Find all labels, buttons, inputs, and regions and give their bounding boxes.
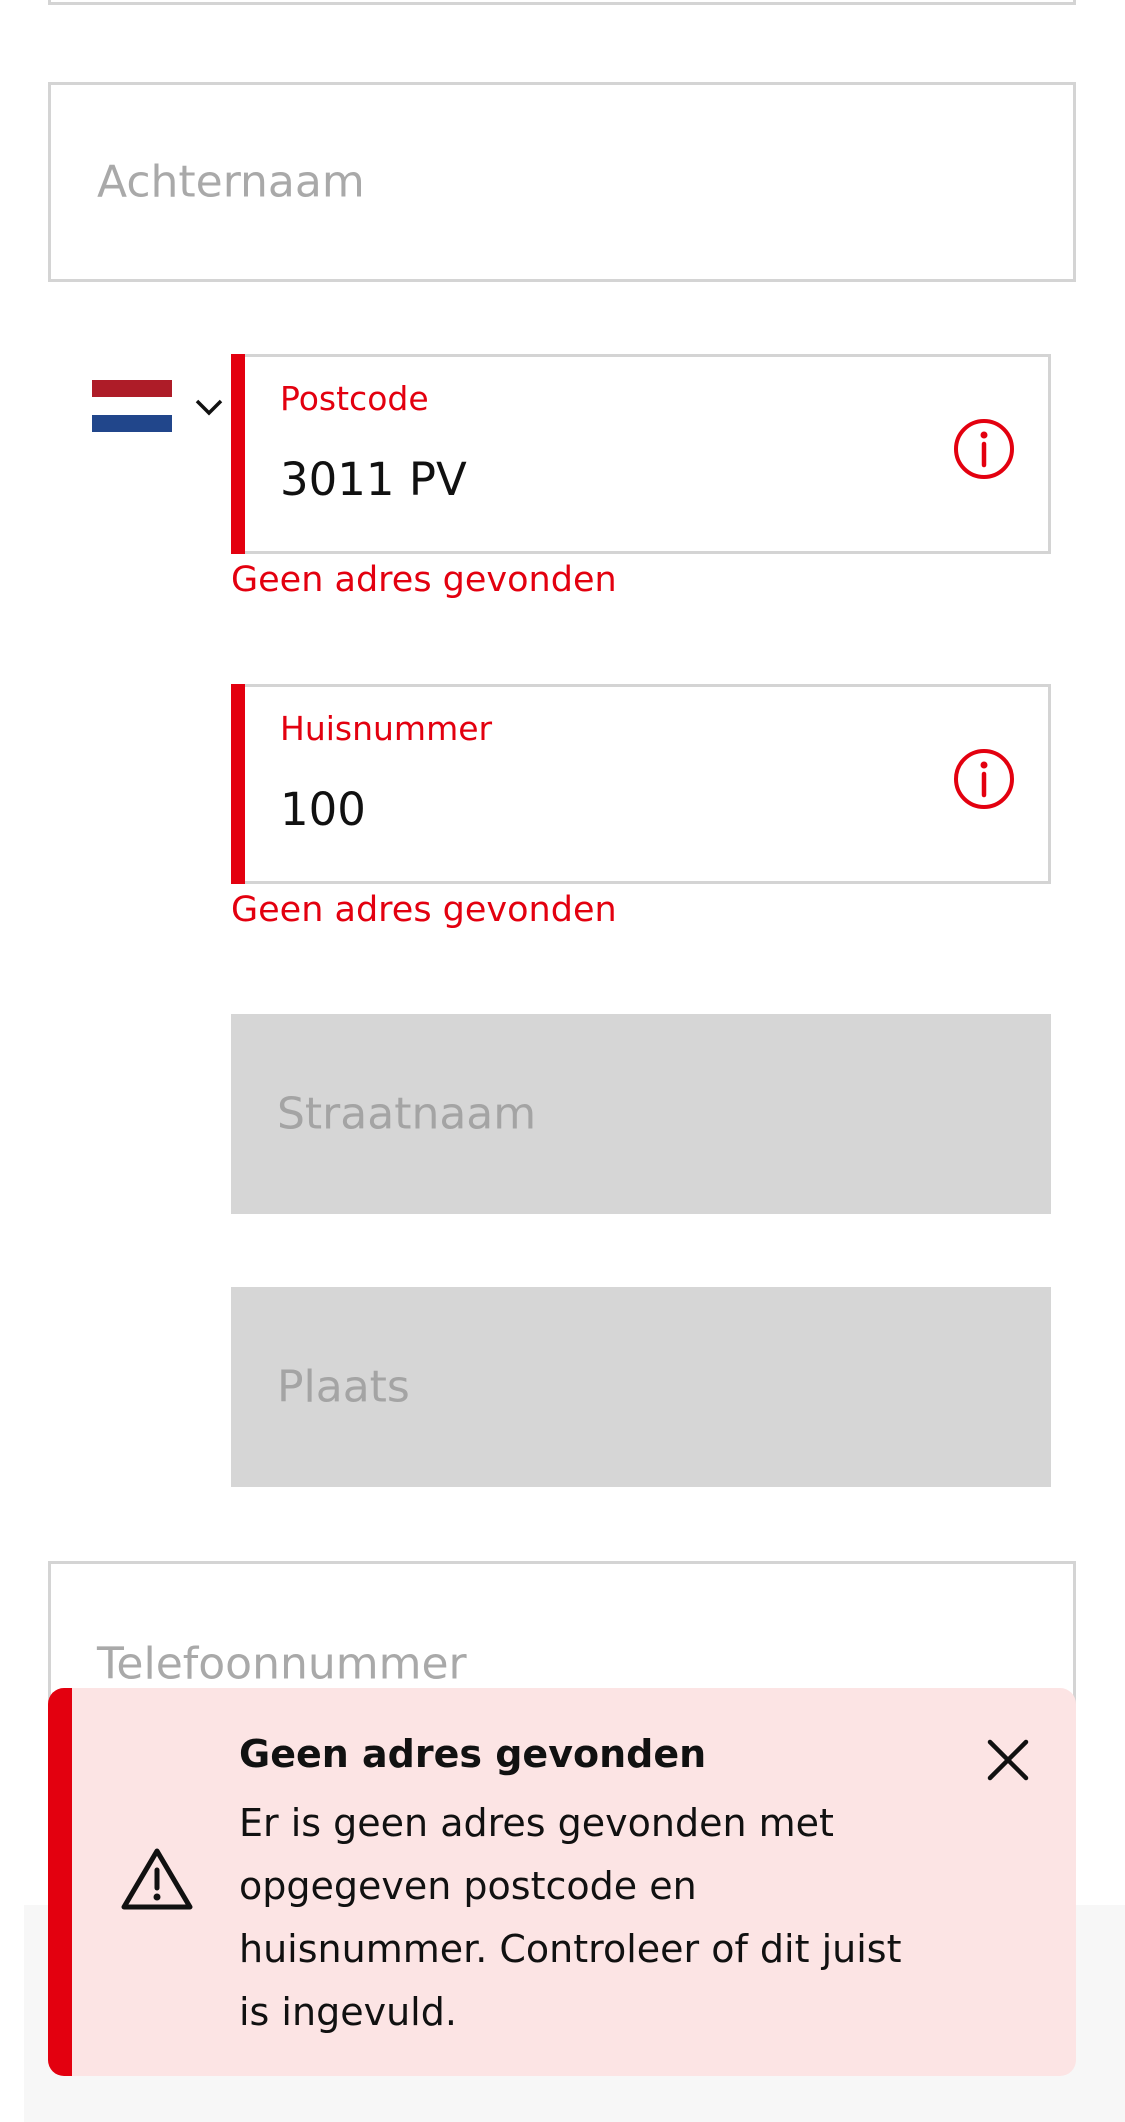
error-toast: Geen adres gevonden Er is geen adres gev… [48, 1688, 1076, 2076]
straatnaam-placeholder: Straatnaam [277, 1088, 537, 1140]
error-indicator-bar [231, 684, 245, 884]
chevron-down-icon[interactable] [192, 390, 226, 424]
huisnummer-field[interactable]: Huisnummer 100 [231, 684, 1051, 884]
close-icon[interactable] [984, 1736, 1032, 1784]
plaats-field: Plaats [231, 1287, 1051, 1487]
achternaam-field[interactable]: Achternaam [48, 82, 1076, 282]
huisnummer-label: Huisnummer [280, 709, 493, 748]
error-info-icon [954, 749, 1014, 809]
postcode-field[interactable]: Postcode 3011 PV [231, 354, 1051, 554]
warning-icon [121, 1848, 193, 1910]
toast-error-bar [48, 1688, 72, 2076]
toast-message: Er is geen adres gevonden met opgegeven … [239, 1801, 902, 2034]
telefoonnummer-placeholder: Telefoonnummer [97, 1638, 467, 1690]
previous-field[interactable] [48, 0, 1076, 5]
netherlands-flag-icon[interactable] [92, 380, 172, 432]
toast-title: Geen adres gevonden [239, 1732, 707, 1776]
huisnummer-input[interactable]: 100 [280, 783, 366, 836]
postcode-input[interactable]: 3011 PV [280, 453, 467, 506]
straatnaam-field: Straatnaam [231, 1014, 1051, 1214]
achternaam-placeholder: Achternaam [97, 156, 365, 208]
huisnummer-error-message: Geen adres gevonden [231, 890, 617, 930]
postcode-error-message: Geen adres gevonden [231, 560, 617, 600]
error-indicator-bar [231, 354, 245, 554]
plaats-placeholder: Plaats [277, 1361, 410, 1413]
error-info-icon [954, 419, 1014, 479]
postcode-label: Postcode [280, 379, 429, 418]
